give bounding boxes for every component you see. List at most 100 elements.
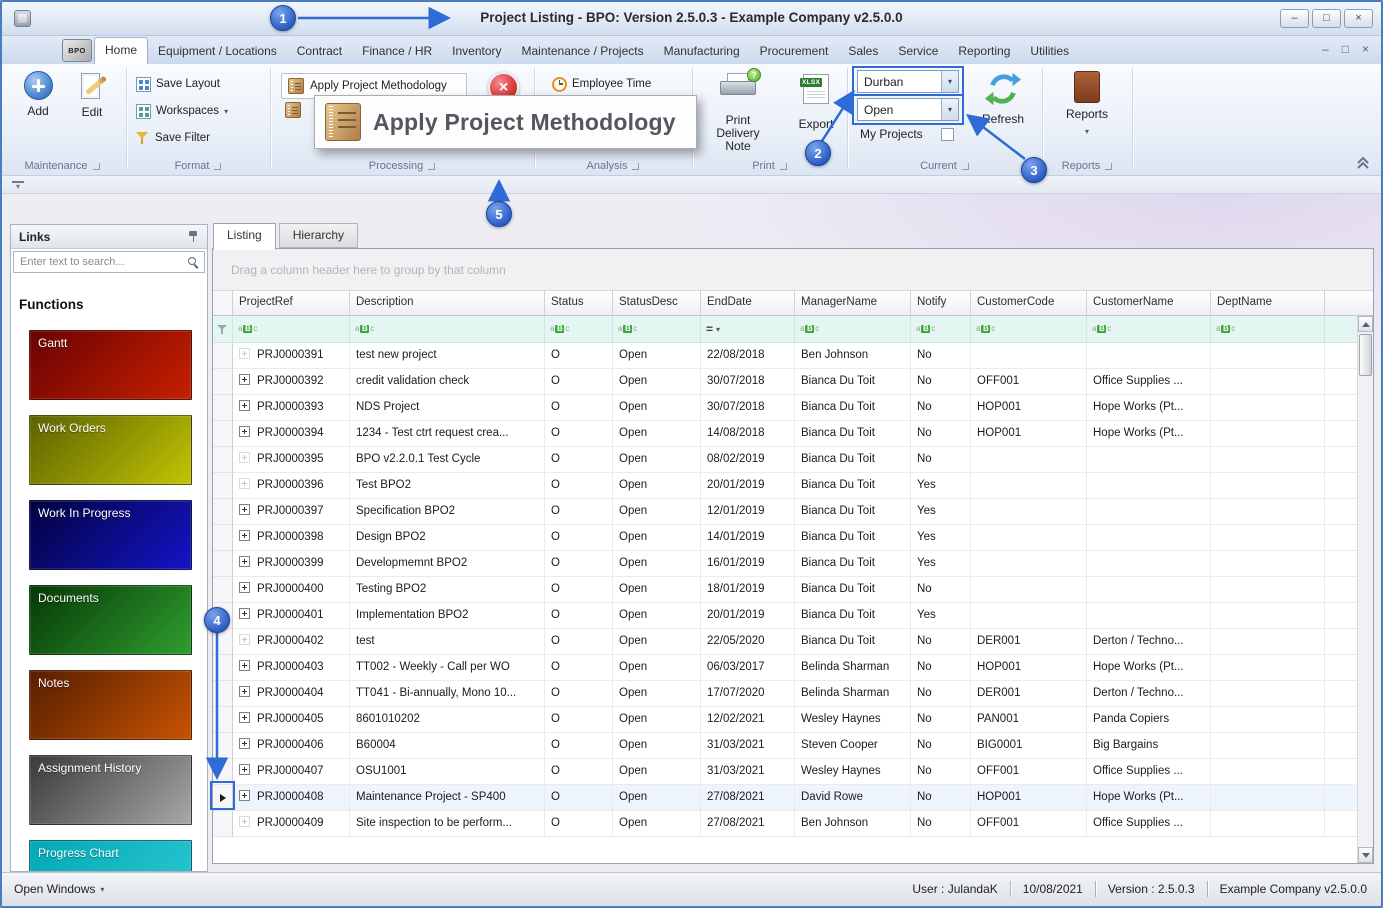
table-row[interactable]: PRJ0000407OSU1001OOpen31/03/2021Wesley H… <box>213 759 1373 785</box>
column-header-statusdesc[interactable]: StatusDesc <box>613 291 701 315</box>
table-row[interactable]: PRJ0000406B60004OOpen31/03/2021Steven Co… <box>213 733 1373 759</box>
table-row[interactable]: PRJ0000400Testing BPO2OOpen18/01/2019Bia… <box>213 577 1373 603</box>
my-projects-checkbox[interactable] <box>941 128 954 141</box>
function-work-orders[interactable]: Work Orders <box>29 415 192 485</box>
employee-time-button[interactable]: Employee Time <box>552 74 651 94</box>
scroll-up-icon[interactable] <box>1358 316 1373 332</box>
edit-button[interactable]: Edit <box>68 71 116 119</box>
filter-cell-customername[interactable]: aBc <box>1087 316 1211 342</box>
add-button[interactable]: Add <box>14 71 62 118</box>
expand-icon[interactable] <box>239 426 250 437</box>
search-input[interactable] <box>13 251 205 273</box>
mdi-restore-icon[interactable]: □ <box>1342 42 1349 56</box>
maximize-button[interactable]: □ <box>1312 9 1341 28</box>
application-menu-button[interactable]: BPO <box>62 39 92 62</box>
table-row[interactable]: PRJ0000402testOOpen22/05/2020Bianca Du T… <box>213 629 1373 655</box>
table-row[interactable]: PRJ0000401Implementation BPO2OOpen20/01/… <box>213 603 1373 629</box>
column-header-customercode[interactable]: CustomerCode <box>971 291 1087 315</box>
expand-icon[interactable] <box>239 738 250 749</box>
table-row[interactable]: PRJ00004058601010202OOpen12/02/2021Wesle… <box>213 707 1373 733</box>
column-header-customername[interactable]: CustomerName <box>1087 291 1211 315</box>
tab-sales[interactable]: Sales <box>838 39 888 64</box>
filter-cell-managername[interactable]: aBc <box>795 316 911 342</box>
table-row[interactable]: PRJ0000403TT002 - Weekly - Call per WOOO… <box>213 655 1373 681</box>
column-header-managername[interactable]: ManagerName <box>795 291 911 315</box>
expand-icon[interactable] <box>239 530 250 541</box>
expand-icon[interactable] <box>239 712 250 723</box>
save-layout-button[interactable]: Save Layout <box>136 74 220 94</box>
tab-finance-hr[interactable]: Finance / HR <box>352 39 442 64</box>
expand-icon[interactable] <box>239 556 250 567</box>
close-button[interactable]: × <box>1344 9 1373 28</box>
tab-maintenance-projects[interactable]: Maintenance / Projects <box>512 39 654 64</box>
table-row[interactable]: PRJ0000393NDS ProjectOOpen30/07/2018Bian… <box>213 395 1373 421</box>
filter-cell-status[interactable]: aBc <box>545 316 613 342</box>
expand-icon[interactable] <box>239 400 250 411</box>
filter-cell-projectref[interactable]: aBc <box>233 316 350 342</box>
group-by-bar[interactable]: Drag a column header here to group by th… <box>213 249 1373 291</box>
filter-cell-statusdesc[interactable]: aBc <box>613 316 701 342</box>
function-work-in-progress[interactable]: Work In Progress <box>29 500 192 570</box>
reports-button[interactable]: Reports ▾ <box>1056 71 1118 136</box>
collapse-ribbon-icon[interactable] <box>1354 154 1372 170</box>
dropdown-arrow-icon[interactable]: ▾ <box>941 71 958 92</box>
expand-icon[interactable] <box>239 634 250 645</box>
table-row[interactable]: PRJ0000408Maintenance Project - SP400OOp… <box>213 785 1373 811</box>
expand-icon[interactable] <box>239 790 250 801</box>
function-progress-chart[interactable]: Progress Chart <box>29 840 192 872</box>
table-row[interactable]: PRJ0000391test new projectOOpen22/08/201… <box>213 343 1373 369</box>
filter-cell-description[interactable]: aBc <box>350 316 545 342</box>
expand-icon[interactable] <box>239 816 250 827</box>
tab-equipment-locations[interactable]: Equipment / Locations <box>148 39 287 64</box>
filter-cell-deptname[interactable]: aBc <box>1211 316 1325 342</box>
table-row[interactable]: PRJ0000404TT041 - Bi-annually, Mono 10..… <box>213 681 1373 707</box>
table-row[interactable]: PRJ0000398Design BPO2OOpen14/01/2019Bian… <box>213 525 1373 551</box>
tab-reporting[interactable]: Reporting <box>948 39 1020 64</box>
table-row[interactable]: PRJ0000395BPO v2.2.0.1 Test CycleOOpen08… <box>213 447 1373 473</box>
expand-icon[interactable] <box>239 686 250 697</box>
tab-service[interactable]: Service <box>888 39 948 64</box>
column-header-status[interactable]: Status <box>545 291 613 315</box>
status-combobox[interactable]: Open ▾ <box>857 98 959 121</box>
table-row[interactable]: PRJ0000409Site inspection to be perform.… <box>213 811 1373 837</box>
view-tab-hierarchy[interactable]: Hierarchy <box>279 223 358 248</box>
export-button[interactable]: XLSX Export <box>790 74 842 131</box>
scroll-down-icon[interactable] <box>1358 847 1373 863</box>
refresh-button[interactable]: Refresh <box>976 70 1030 126</box>
view-tab-listing[interactable]: Listing <box>213 223 276 250</box>
expand-icon[interactable] <box>239 478 250 489</box>
column-header-projectref[interactable]: ProjectRef <box>233 291 350 315</box>
pin-icon[interactable] <box>187 230 199 243</box>
expand-icon[interactable] <box>239 608 250 619</box>
tab-utilities[interactable]: Utilities <box>1020 39 1079 64</box>
expand-icon[interactable] <box>239 452 250 463</box>
column-header-enddate[interactable]: EndDate <box>701 291 795 315</box>
minimize-button[interactable]: – <box>1280 9 1309 28</box>
function-assignment-history[interactable]: Assignment History <box>29 755 192 825</box>
workspaces-button[interactable]: Workspaces ▾ <box>136 101 228 121</box>
column-header-notify[interactable]: Notify <box>911 291 971 315</box>
expand-icon[interactable] <box>239 582 250 593</box>
print-delivery-note-button[interactable]: ? Print Delivery Note <box>706 73 770 153</box>
expand-icon[interactable] <box>239 660 250 671</box>
expand-icon[interactable] <box>239 504 250 515</box>
ribbon-expand-bar[interactable]: ▾ <box>2 176 1381 194</box>
filter-cell-customercode[interactable]: aBc <box>971 316 1087 342</box>
dropdown-arrow-icon[interactable]: ▾ <box>941 99 958 120</box>
open-windows-button[interactable]: Open Windows ▾ <box>14 882 104 896</box>
function-notes[interactable]: Notes <box>29 670 192 740</box>
column-header-description[interactable]: Description <box>350 291 545 315</box>
save-filter-button[interactable]: Save Filter <box>136 128 210 148</box>
filter-cell-enddate[interactable]: =▾ <box>701 316 795 342</box>
mdi-minimize-icon[interactable]: – <box>1322 42 1329 56</box>
column-header-deptname[interactable]: DeptName <box>1211 291 1325 315</box>
function-documents[interactable]: Documents <box>29 585 192 655</box>
table-row[interactable]: PRJ00003941234 - Test ctrt request crea.… <box>213 421 1373 447</box>
function-gantt[interactable]: Gantt <box>29 330 192 400</box>
tab-manufacturing[interactable]: Manufacturing <box>654 39 750 64</box>
table-row[interactable]: PRJ0000399Developmemnt BPO2OOpen16/01/20… <box>213 551 1373 577</box>
expand-icon[interactable] <box>239 764 250 775</box>
tab-inventory[interactable]: Inventory <box>442 39 511 64</box>
table-row[interactable]: PRJ0000397Specification BPO2OOpen12/01/2… <box>213 499 1373 525</box>
mdi-close-icon[interactable]: × <box>1362 42 1369 56</box>
